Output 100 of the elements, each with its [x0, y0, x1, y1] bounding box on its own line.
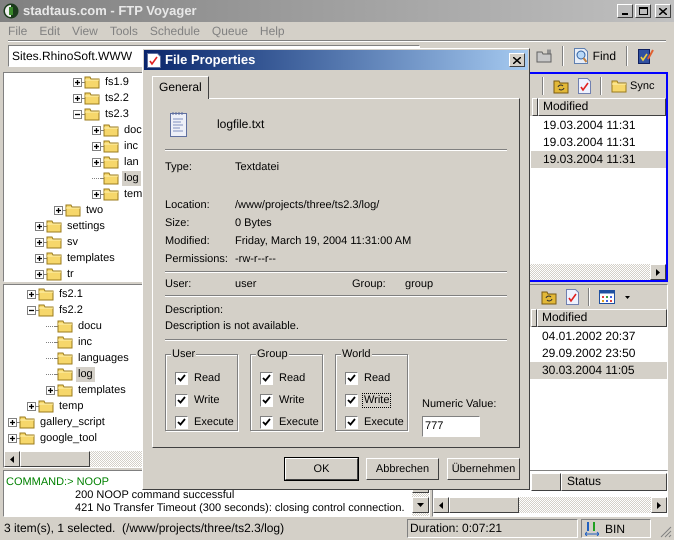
collapse-icon[interactable] [73, 110, 82, 118]
status-duration: Duration: 0:07:21 [407, 519, 578, 538]
tree-item[interactable]: tr [65, 266, 76, 281]
expand-icon[interactable] [54, 206, 63, 214]
folder-icon[interactable] [536, 49, 552, 63]
field-label: Permissions: [165, 252, 229, 267]
file-row[interactable]: 19.03.2004 11:31 [531, 117, 666, 134]
tree-item[interactable]: languages [76, 350, 131, 366]
horizontal-scrollbar[interactable] [433, 497, 667, 513]
log-line: 421 No Transfer Timeout (300 seconds): closing control connection. [74, 502, 406, 515]
expand-icon[interactable] [92, 190, 101, 198]
tree-item[interactable]: ts2.2 [103, 90, 131, 106]
tree-item[interactable]: fs2.2 [57, 302, 85, 318]
permission-checkbox[interactable]: Execute [260, 415, 322, 430]
tree-item[interactable]: templates [65, 250, 117, 266]
checkmark-icon [262, 396, 271, 405]
tree-item[interactable]: fs2.1 [57, 286, 85, 302]
expand-icon[interactable] [73, 94, 82, 102]
column-header[interactable] [532, 98, 538, 116]
permission-checkbox[interactable]: Execute [345, 415, 407, 430]
tab[interactable]: General [152, 76, 209, 99]
file-row[interactable]: 29.09.2002 23:50 [530, 345, 667, 362]
numeric-value-field[interactable]: 777 [422, 416, 480, 436]
file-row[interactable]: 19.03.2004 11:31 [531, 151, 666, 168]
checkmark-icon [177, 374, 186, 383]
file-row[interactable]: 30.03.2004 11:05 [530, 362, 667, 379]
tree-item[interactable]: log [76, 366, 95, 382]
maximize-button[interactable] [635, 4, 651, 18]
folder-icon [46, 219, 62, 233]
find-button[interactable]: Find [574, 47, 616, 65]
tree-item[interactable]: docu [76, 318, 104, 334]
file-row[interactable]: 04.01.2002 20:37 [530, 328, 667, 345]
grid-view-icon[interactable] [599, 290, 615, 304]
tree-item[interactable]: templates [76, 382, 128, 398]
expand-icon[interactable] [27, 290, 36, 298]
dialog-button[interactable]: Abbrechen [366, 458, 439, 480]
file-row[interactable]: 19.03.2004 11:31 [531, 134, 666, 151]
scroll-thumb[interactable] [449, 497, 519, 513]
expand-icon[interactable] [92, 158, 101, 166]
expand-icon[interactable] [35, 254, 44, 262]
expand-icon[interactable] [27, 402, 36, 410]
tree-item[interactable]: fs1.9 [103, 74, 131, 90]
expand-icon[interactable] [73, 78, 82, 86]
field-label: Numeric Value: [422, 397, 496, 412]
refresh-folder-icon[interactable] [541, 290, 557, 304]
collapse-icon[interactable] [27, 306, 36, 314]
minimize-button[interactable] [617, 4, 633, 18]
permission-checkbox[interactable]: Execute [175, 415, 237, 430]
dialog-button[interactable]: Übernehmen [447, 458, 520, 480]
sync-button[interactable]: Sync [611, 78, 654, 94]
close-button[interactable] [655, 4, 671, 18]
column-header[interactable]: Modified [537, 309, 667, 327]
checked-document-icon[interactable] [566, 289, 579, 305]
refresh-folder-icon[interactable] [553, 78, 569, 94]
column-header[interactable]: Modified [538, 98, 666, 116]
tree-item[interactable]: inc [122, 138, 140, 154]
dialog-button[interactable]: OK [285, 458, 358, 480]
expand-icon[interactable] [35, 270, 44, 278]
column-header[interactable] [531, 473, 561, 491]
permission-checkbox[interactable]: Read [345, 371, 407, 386]
permission-checkbox[interactable]: Write [345, 393, 407, 408]
expand-icon[interactable] [46, 386, 55, 394]
tree-item[interactable]: temp [57, 398, 86, 414]
expand-icon[interactable] [35, 222, 44, 230]
tree-item[interactable]: sv [65, 234, 80, 250]
column-header[interactable] [531, 309, 537, 327]
column-header[interactable]: Status [561, 473, 667, 491]
tree-item[interactable]: doc [122, 122, 144, 138]
permission-checkbox[interactable]: Write [175, 393, 237, 408]
edit-document-icon[interactable] [638, 48, 654, 64]
caret-icon[interactable] [625, 296, 630, 298]
checked-document-icon[interactable] [578, 78, 591, 94]
scroll-thumb[interactable] [20, 451, 90, 467]
expand-icon[interactable] [8, 418, 17, 426]
tree-item[interactable]: settings [65, 218, 107, 234]
expand-icon[interactable] [92, 126, 101, 134]
expand-icon[interactable] [92, 142, 101, 150]
horizontal-scrollbar[interactable] [530, 264, 666, 280]
folder-icon [57, 335, 73, 349]
tree-item[interactable]: tem [122, 186, 144, 202]
dialog-title: File Properties [165, 51, 256, 70]
permission-checkbox[interactable]: Write [260, 393, 322, 408]
tree-item[interactable]: log [122, 170, 141, 186]
field-value: -rw-r--r-- [235, 252, 276, 267]
close-button[interactable] [509, 53, 525, 67]
permission-checkbox[interactable]: Read [260, 371, 322, 386]
tree-item[interactable]: lan [122, 154, 141, 170]
folder-icon [46, 267, 62, 281]
tree-item[interactable]: inc [76, 334, 94, 350]
tree-item[interactable]: ts2.3 [103, 106, 131, 122]
tree-item[interactable]: two [84, 202, 106, 218]
folder-icon [103, 123, 119, 137]
folder-icon [19, 415, 35, 429]
field-value: Friday, March 19, 2004 11:31:00 AM [235, 234, 412, 249]
expand-icon[interactable] [35, 238, 44, 246]
permission-checkbox[interactable]: Read [175, 371, 237, 386]
folder-icon [84, 91, 100, 105]
tree-item[interactable]: gallery_script [38, 414, 107, 430]
tree-item[interactable]: google_tool [38, 430, 99, 446]
expand-icon[interactable] [8, 434, 17, 442]
